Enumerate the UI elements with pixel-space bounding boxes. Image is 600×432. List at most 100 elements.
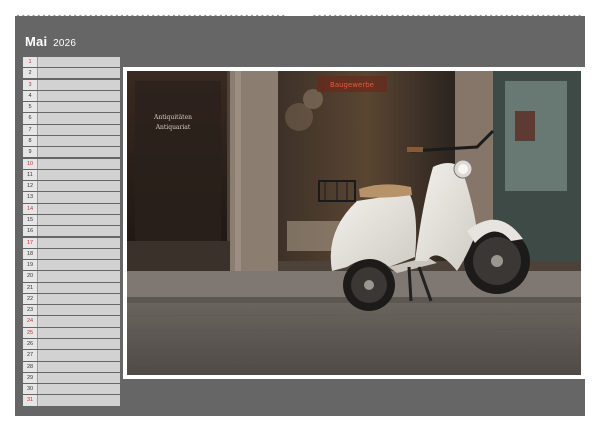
day-note-line [39, 293, 120, 305]
day-list: 1 2 3 4 5 6 7 8 9 10 11 12 13 14 15 16 17 18 19 20 21 22 23 24 2… [23, 57, 120, 407]
day-row: 18 [23, 248, 120, 259]
day-row: 9 [23, 147, 120, 158]
day-number: 19 [23, 260, 38, 271]
day-row: 1 [23, 57, 120, 68]
day-note-line [39, 158, 120, 169]
month-name: Mai [25, 34, 48, 49]
day-row: 6 [23, 113, 120, 124]
svg-text:Antiquariat: Antiquariat [155, 124, 191, 131]
calendar-page: Mai 2026 1 2 3 4 5 6 7 8 9 10 11 12 13 14 15 16 17 18 19 20… [15, 16, 585, 416]
day-row: 4 [23, 90, 120, 102]
day-number: 18 [23, 248, 38, 259]
day-number: 2 [23, 68, 38, 79]
day-note-line [39, 327, 120, 338]
day-number: 12 [23, 181, 38, 192]
day-row: 16 [23, 226, 120, 237]
day-row: 15 [23, 214, 120, 226]
day-note-line [39, 339, 120, 350]
scooter-photo-illustration: Antiquitäten Antiquariat Baugewerbe [127, 71, 581, 375]
day-note-line [39, 124, 120, 135]
day-number: 7 [23, 124, 38, 135]
day-row: 29 [23, 372, 120, 384]
day-number: 26 [23, 339, 38, 350]
svg-text:Antiquitäten: Antiquitäten [153, 114, 192, 121]
day-row: 27 [23, 350, 120, 361]
day-row: 10 [23, 158, 120, 169]
day-number: 1 [23, 57, 38, 68]
day-note-line [39, 237, 120, 248]
day-row: 23 [23, 305, 120, 316]
day-note-line [39, 271, 120, 282]
day-note-line [39, 68, 120, 79]
day-note-line [39, 282, 120, 293]
day-number: 28 [23, 361, 38, 372]
day-note-line [39, 203, 120, 214]
day-number: 27 [23, 350, 38, 361]
day-row: 2 [23, 68, 120, 79]
day-note-line [39, 214, 120, 226]
day-row: 14 [23, 203, 120, 214]
day-note-line [39, 305, 120, 316]
day-number: 23 [23, 305, 38, 316]
day-row: 7 [23, 124, 120, 135]
day-row: 21 [23, 282, 120, 293]
month-title: Mai 2026 [25, 34, 76, 49]
day-note-line [39, 113, 120, 124]
day-note-line [39, 169, 120, 180]
day-note-line [39, 248, 120, 259]
day-row: 5 [23, 102, 120, 113]
day-note-line [39, 147, 120, 158]
day-number: 6 [23, 113, 38, 124]
day-row: 8 [23, 135, 120, 147]
day-row: 31 [23, 395, 120, 406]
day-number: 16 [23, 226, 38, 237]
day-row: 13 [23, 192, 120, 203]
day-number: 8 [23, 135, 38, 147]
day-number: 4 [23, 90, 38, 102]
day-note-line [39, 79, 120, 90]
day-note-line [39, 226, 120, 237]
day-note-line [39, 181, 120, 192]
day-note-line [39, 372, 120, 384]
day-row: 11 [23, 169, 120, 180]
day-number: 5 [23, 102, 38, 113]
day-note-line [39, 135, 120, 147]
day-row: 12 [23, 181, 120, 192]
day-number: 29 [23, 372, 38, 384]
day-number: 3 [23, 79, 38, 90]
day-row: 19 [23, 260, 120, 271]
day-note-line [39, 192, 120, 203]
day-number: 14 [23, 203, 38, 214]
day-number: 15 [23, 214, 38, 226]
day-row: 25 [23, 327, 120, 338]
scooter-photo: Antiquitäten Antiquariat Baugewerbe [127, 71, 581, 375]
day-number: 30 [23, 384, 38, 395]
day-note-line [39, 361, 120, 372]
day-row: 24 [23, 316, 120, 327]
day-number: 21 [23, 282, 38, 293]
day-number: 31 [23, 395, 38, 406]
day-note-line [39, 384, 120, 395]
day-number: 17 [23, 237, 38, 248]
day-number: 9 [23, 147, 38, 158]
day-number: 20 [23, 271, 38, 282]
day-number: 10 [23, 158, 38, 169]
day-number: 11 [23, 169, 38, 180]
day-number: 22 [23, 293, 38, 305]
day-number: 13 [23, 192, 38, 203]
day-number: 25 [23, 327, 38, 338]
day-note-line [39, 260, 120, 271]
day-note-line [39, 90, 120, 102]
day-note-line [39, 57, 120, 68]
year-label: 2026 [53, 38, 77, 49]
svg-text:Baugewerbe: Baugewerbe [330, 81, 374, 89]
day-row: 3 [23, 79, 120, 90]
day-row: 30 [23, 384, 120, 395]
day-number: 24 [23, 316, 38, 327]
day-row: 20 [23, 271, 120, 282]
day-note-line [39, 102, 120, 113]
day-row: 22 [23, 293, 120, 305]
day-row: 26 [23, 339, 120, 350]
day-note-line [39, 350, 120, 361]
day-note-line [39, 395, 120, 406]
